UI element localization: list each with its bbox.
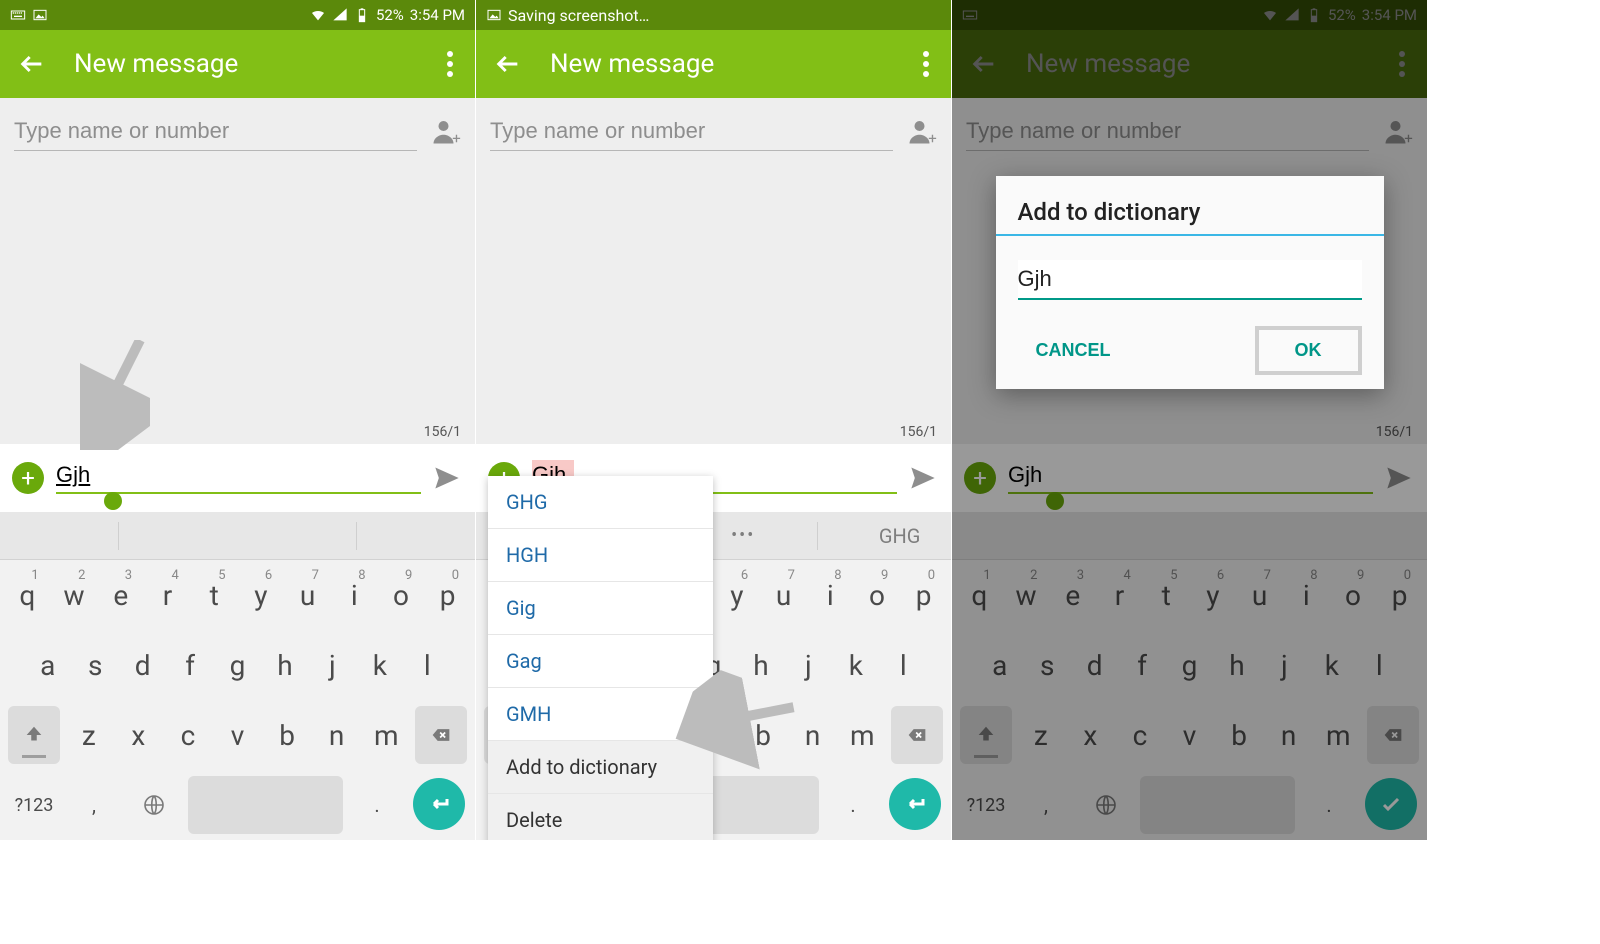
char-counter: 156/1 [900, 424, 937, 440]
send-icon[interactable] [431, 464, 463, 492]
suggestion-item[interactable]: GHG [879, 524, 921, 548]
period-key[interactable]: . [827, 776, 879, 834]
key-q[interactable]: q1 [8, 566, 47, 624]
key-n[interactable]: n [792, 706, 834, 764]
key-n[interactable]: n [316, 706, 358, 764]
numeric-key[interactable]: ?123 [8, 776, 60, 834]
key-f[interactable]: f [170, 636, 209, 694]
status-bar: Saving screenshot… [476, 0, 951, 30]
key-z[interactable]: z [68, 706, 110, 764]
key-o[interactable]: o9 [382, 566, 421, 624]
attach-button[interactable]: + [12, 462, 44, 494]
svg-text:+: + [928, 130, 937, 147]
keyboard-icon [10, 7, 26, 23]
key-m[interactable]: m [841, 706, 883, 764]
signal-icon [332, 7, 348, 23]
dialog-scrim[interactable] [952, 0, 1427, 840]
key-w[interactable]: w2 [55, 566, 94, 624]
key-t[interactable]: t5 [195, 566, 234, 624]
recipient-input[interactable] [14, 112, 417, 151]
language-key[interactable] [128, 776, 180, 834]
picture-icon [486, 7, 502, 23]
shift-key[interactable] [8, 706, 60, 764]
suggestion-bar [0, 512, 475, 560]
keyboard: q1w2e3r4t5y6u7i8o9p0 asdfghjkl zxcvbnm ?… [0, 560, 475, 840]
key-r[interactable]: r4 [148, 566, 187, 624]
add-contact-icon[interactable]: + [907, 116, 937, 146]
key-j[interactable]: j [789, 636, 828, 694]
cancel-button[interactable]: CANCEL [1018, 330, 1129, 371]
enter-key[interactable] [413, 778, 465, 830]
delete-word-item[interactable]: Delete [488, 794, 713, 840]
back-arrow-icon[interactable] [18, 50, 46, 78]
more-suggestions-icon[interactable]: ••• [731, 525, 755, 546]
app-bar: New message [0, 30, 475, 98]
key-i[interactable]: i8 [811, 566, 850, 624]
battery-icon [354, 7, 370, 23]
key-d[interactable]: d [123, 636, 162, 694]
key-p[interactable]: p0 [904, 566, 943, 624]
key-y[interactable]: y6 [242, 566, 281, 624]
char-counter: 156/1 [424, 424, 461, 440]
add-to-dictionary-dialog: Add to dictionary CANCEL OK [996, 176, 1384, 389]
add-to-dictionary-item[interactable]: Add to dictionary [488, 741, 713, 794]
wifi-icon [310, 7, 326, 23]
suggestion-item[interactable]: Gag [488, 635, 713, 688]
text-cursor-handle[interactable] [104, 492, 122, 510]
dialog-title: Add to dictionary [1018, 198, 1362, 226]
dialog-divider [996, 234, 1384, 236]
status-bar: 52% 3:54 PM [0, 0, 475, 30]
comma-key[interactable]: , [68, 776, 120, 834]
key-b[interactable]: b [742, 706, 784, 764]
overflow-menu-icon[interactable] [923, 51, 929, 77]
key-h[interactable]: h [741, 636, 780, 694]
period-key[interactable]: . [351, 776, 403, 834]
enter-key[interactable] [889, 778, 941, 830]
send-icon[interactable] [907, 464, 939, 492]
key-m[interactable]: m [365, 706, 407, 764]
key-i[interactable]: i8 [335, 566, 374, 624]
key-l[interactable]: l [408, 636, 447, 694]
backspace-key[interactable] [415, 706, 467, 764]
svg-text:+: + [452, 130, 461, 147]
suggestion-item[interactable]: GHG [488, 476, 713, 529]
overflow-menu-icon[interactable] [447, 51, 453, 77]
word-context-menu: GHG HGH Gig Gag GMH Add to dictionary De… [488, 476, 713, 840]
key-k[interactable]: k [360, 636, 399, 694]
saving-text: Saving screenshot… [508, 6, 649, 25]
key-h[interactable]: h [265, 636, 304, 694]
compose-input[interactable] [56, 458, 421, 494]
key-o[interactable]: o9 [858, 566, 897, 624]
key-x[interactable]: x [118, 706, 160, 764]
key-j[interactable]: j [313, 636, 352, 694]
key-b[interactable]: b [266, 706, 308, 764]
backspace-key[interactable] [891, 706, 943, 764]
key-p[interactable]: p0 [428, 566, 467, 624]
key-c[interactable]: c [167, 706, 209, 764]
key-u[interactable]: u7 [764, 566, 803, 624]
picture-icon [32, 7, 48, 23]
page-title: New message [74, 49, 447, 79]
suggestion-item[interactable]: Gig [488, 582, 713, 635]
spacebar-key[interactable] [188, 776, 343, 834]
suggestion-item[interactable]: GMH [488, 688, 713, 741]
key-a[interactable]: a [28, 636, 67, 694]
battery-percent: 52% [376, 6, 404, 24]
key-l[interactable]: l [884, 636, 923, 694]
back-arrow-icon[interactable] [494, 50, 522, 78]
dictionary-word-input[interactable] [1018, 260, 1362, 300]
key-u[interactable]: u7 [288, 566, 327, 624]
key-s[interactable]: s [75, 636, 114, 694]
add-contact-icon[interactable]: + [431, 116, 461, 146]
key-y[interactable]: y6 [718, 566, 757, 624]
key-g[interactable]: g [218, 636, 257, 694]
key-v[interactable]: v [217, 706, 259, 764]
page-title: New message [550, 49, 923, 79]
suggestion-item[interactable]: HGH [488, 529, 713, 582]
ok-button[interactable]: OK [1255, 326, 1362, 375]
key-e[interactable]: e3 [101, 566, 140, 624]
recipient-input[interactable] [490, 112, 893, 151]
clock-time: 3:54 PM [410, 6, 465, 24]
key-k[interactable]: k [836, 636, 875, 694]
